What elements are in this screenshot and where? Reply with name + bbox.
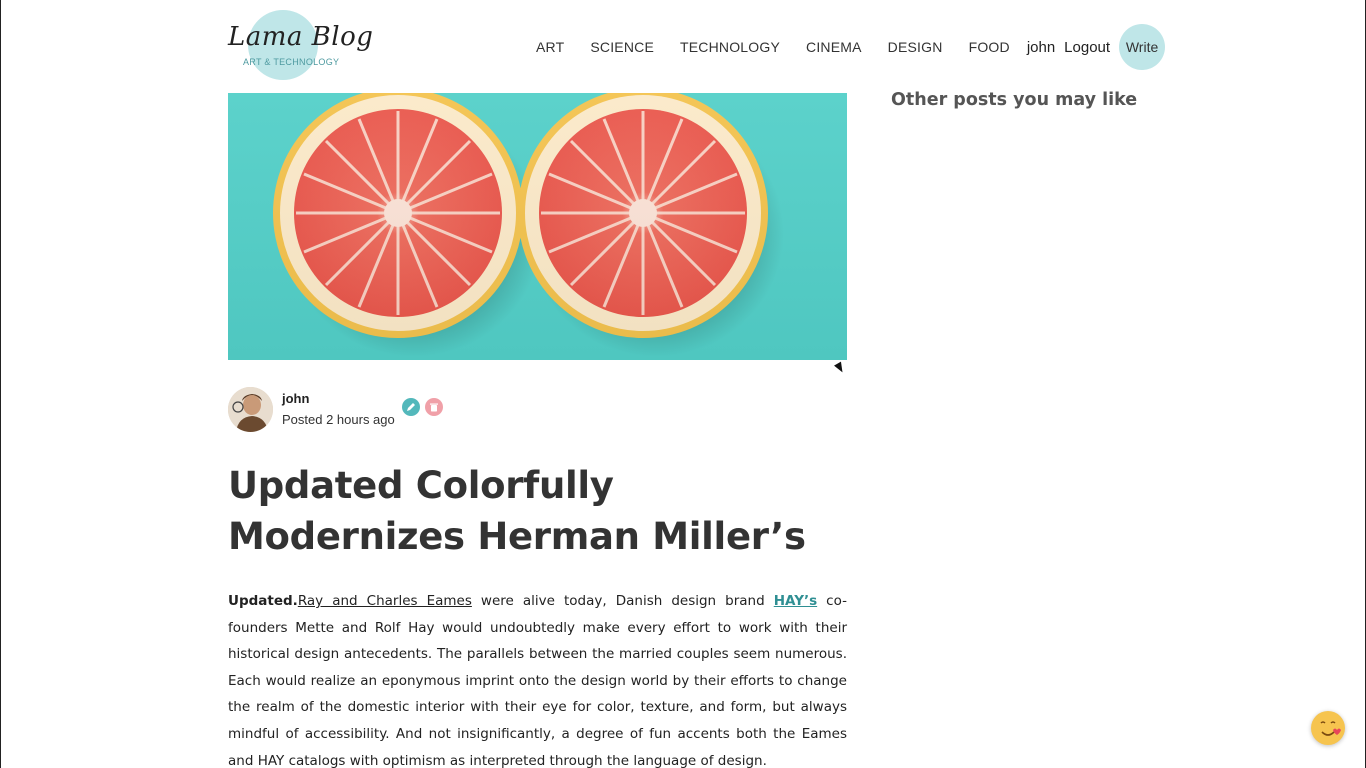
nav-link-science[interactable]: SCIENCE [590,39,654,55]
pencil-edit-icon[interactable] [402,398,420,416]
post-body-rest: co-founders Mette and Rolf Hay would und… [228,593,847,768]
logo-subtitle: ART & TECHNOLOGY [243,57,340,67]
trash-icon[interactable] [425,398,443,416]
pencil-glyph [407,403,415,411]
post-image-shade [228,93,847,360]
author-meta: john Posted 2 hours ago [282,391,395,427]
post-image [228,93,847,360]
nav-link-food[interactable]: FOOD [969,39,1010,55]
trash-glyph [430,403,438,412]
write-button[interactable]: Write [1119,24,1166,70]
eames-link[interactable]: Ray and Charles Eames [298,593,472,609]
logo-title: Lama Blog [228,22,374,52]
post-body-mid: were alive today, Danish design brand [471,593,774,609]
nav-link-technology[interactable]: TECHNOLOGY [680,39,780,55]
avatar-image [228,386,273,432]
post-title: Updated Colorfully Modernizes Herman Mil… [228,464,806,558]
nav-link-art[interactable]: ART [536,39,564,55]
post-timestamp: Posted 2 hours ago [282,412,395,427]
logout-link[interactable]: Logout [1064,39,1110,56]
main-nav: ART SCIENCE TECHNOLOGY CINEMA DESIGN FOO… [536,24,1166,70]
page-edge-left [0,0,1,768]
sidebar-title: Other posts you may like [891,90,1138,110]
post-body-lead: Updated. [228,593,298,609]
nav-link-design[interactable]: DESIGN [888,39,943,55]
emoji-icon[interactable] [1311,711,1345,745]
nav-username: john [1026,38,1056,56]
write-button-label: Write [1125,39,1159,55]
nav-link-cinema[interactable]: CINEMA [806,39,862,55]
avatar[interactable] [228,386,273,432]
mouse-cursor-icon [834,361,846,375]
hay-link[interactable]: HAY’s [774,593,817,609]
post-body: Updated.Ray and Charles Eames were alive… [228,588,847,768]
site-logo[interactable]: Lama Blog ART & TECHNOLOGY [228,8,373,80]
author-name: john [282,391,310,406]
emoji-face [1313,713,1343,743]
author-info: john Posted 2 hours ago [228,386,395,432]
